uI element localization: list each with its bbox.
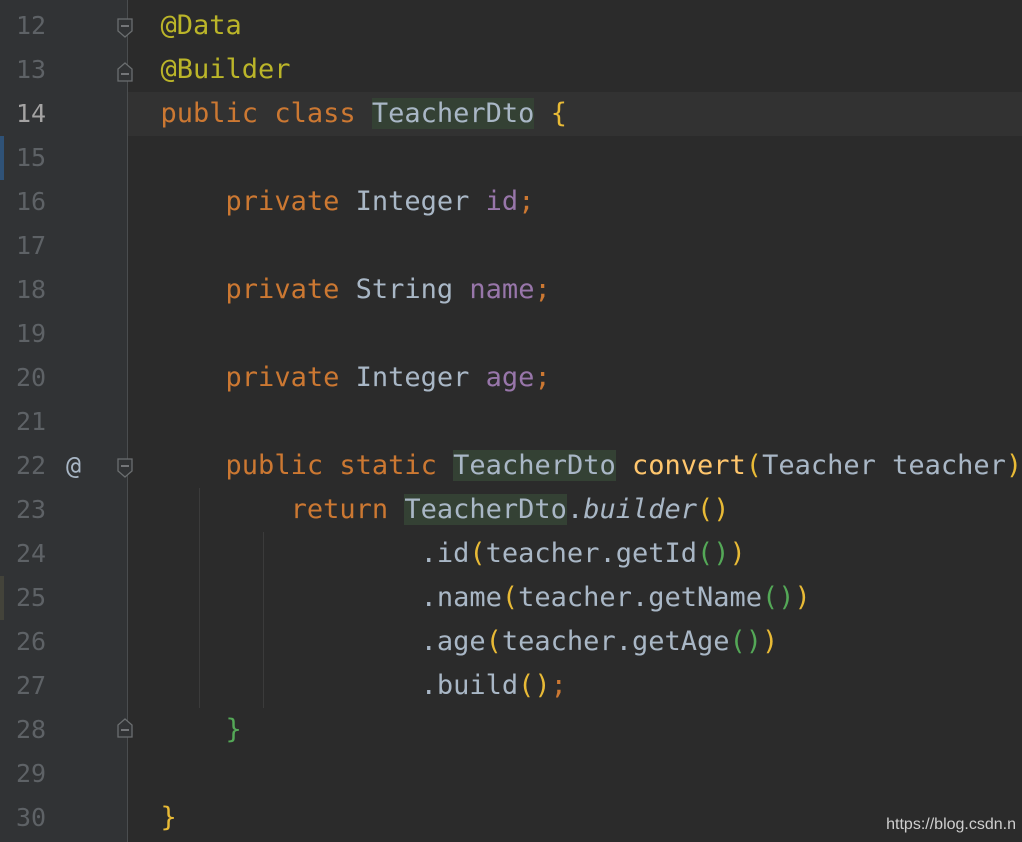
paren: ( [745, 450, 763, 481]
code-line: .age(teacher.getAge()) [128, 620, 1022, 664]
line-number: 15 [16, 143, 47, 172]
code-line-current: public class TeacherDto { [128, 92, 1022, 136]
paren: () [697, 494, 730, 525]
line-number: 16 [16, 187, 47, 216]
code-line: @Builder [128, 48, 1022, 92]
annotation: @Data [160, 10, 242, 41]
vcs-change-marker[interactable] [0, 576, 4, 620]
line-number: 28 [16, 715, 47, 744]
paren: ) [762, 626, 779, 657]
keyword: public [225, 450, 324, 481]
argument: teacher.getName [518, 582, 762, 613]
watermark-text: https://blog.csdn.n [886, 816, 1016, 833]
return-type: TeacherDto [453, 450, 616, 481]
code-line: } [128, 708, 1022, 752]
dot: . [566, 494, 584, 525]
paren: ( [469, 538, 486, 569]
builder-call: .id [420, 538, 470, 569]
code-line: public static TeacherDto convert(Teacher… [128, 444, 1022, 488]
vcs-change-marker[interactable] [0, 136, 4, 180]
brace: } [225, 714, 242, 745]
builder-call: .name [420, 582, 502, 613]
code-line: .id(teacher.getId()) [128, 532, 1022, 576]
line-number-current: 14 [16, 99, 47, 128]
code-line: private Integer id; [128, 180, 1022, 224]
line-number: 24 [16, 539, 47, 568]
field-name: id [485, 186, 519, 217]
argument: teacher.getAge [501, 626, 730, 657]
line-number: 17 [16, 231, 47, 260]
paren: ) [794, 582, 811, 613]
paren: () [696, 538, 730, 569]
semicolon: ; [534, 274, 551, 305]
line-number: 29 [16, 759, 47, 788]
line-number: 18 [16, 275, 47, 304]
line-number: 22 [16, 451, 47, 480]
brace: { [550, 98, 567, 129]
code-line: private Integer age; [128, 356, 1022, 400]
keyword: return [290, 494, 389, 525]
class-name: TeacherDto [371, 98, 535, 129]
line-number: 12 [16, 11, 47, 40]
static-call: builder [583, 494, 697, 525]
method-name: convert [632, 450, 746, 481]
line-number: 19 [16, 319, 47, 348]
field-name: name [469, 274, 535, 305]
line-number: 23 [16, 495, 47, 524]
semicolon: ; [518, 186, 535, 217]
code-line: .build(); [128, 664, 1022, 708]
line-number: 13 [16, 55, 47, 84]
argument: teacher.getId [485, 538, 697, 569]
paren: () [729, 626, 762, 657]
paren: ) [1005, 450, 1022, 481]
builder-call: .age [420, 626, 486, 657]
semicolon: ; [550, 670, 567, 701]
line-number: 21 [16, 407, 47, 436]
keyword: private [225, 362, 340, 393]
line-number: 20 [16, 363, 47, 392]
keyword: public [160, 98, 259, 129]
keyword: private [225, 274, 340, 305]
code-line: .name(teacher.getName()) [128, 576, 1022, 620]
type: String [355, 274, 454, 305]
code-editor[interactable]: 12 13 14 15 16 17 18 19 20 21 22 23 24 2… [0, 0, 1022, 842]
keyword: class [274, 98, 356, 129]
implements-icon[interactable]: @ [66, 444, 81, 488]
editor-gutter: 12 13 14 15 16 17 18 19 20 21 22 23 24 2… [0, 0, 133, 842]
paren: ( [485, 626, 502, 657]
code-area[interactable]: @Data @Builder public class TeacherDto {… [128, 4, 1022, 840]
annotation: @Builder [160, 54, 291, 85]
line-number: 30 [16, 803, 47, 832]
code-line: @Data [128, 4, 1022, 48]
line-number: 25 [16, 583, 47, 612]
class-name: TeacherDto [404, 494, 567, 525]
code-line: return TeacherDto.builder() [128, 488, 1022, 532]
builder-call: .build [420, 670, 519, 701]
keyword: static [339, 450, 437, 481]
semicolon: ; [534, 362, 551, 393]
code-line: private String name; [128, 268, 1022, 312]
paren: () [762, 582, 795, 613]
type: Integer [355, 362, 470, 393]
paren: ) [729, 538, 746, 569]
parameter: Teacher teacher [762, 450, 1006, 481]
paren: ( [501, 582, 519, 613]
brace: } [160, 802, 177, 833]
line-number: 27 [16, 671, 47, 700]
paren: () [518, 670, 551, 701]
type: Integer [355, 186, 470, 217]
line-number: 26 [16, 627, 47, 656]
line-numbers: 12 13 14 15 16 17 18 19 20 21 22 23 24 2… [0, 4, 60, 840]
keyword: private [225, 186, 340, 217]
field-name: age [485, 362, 535, 393]
